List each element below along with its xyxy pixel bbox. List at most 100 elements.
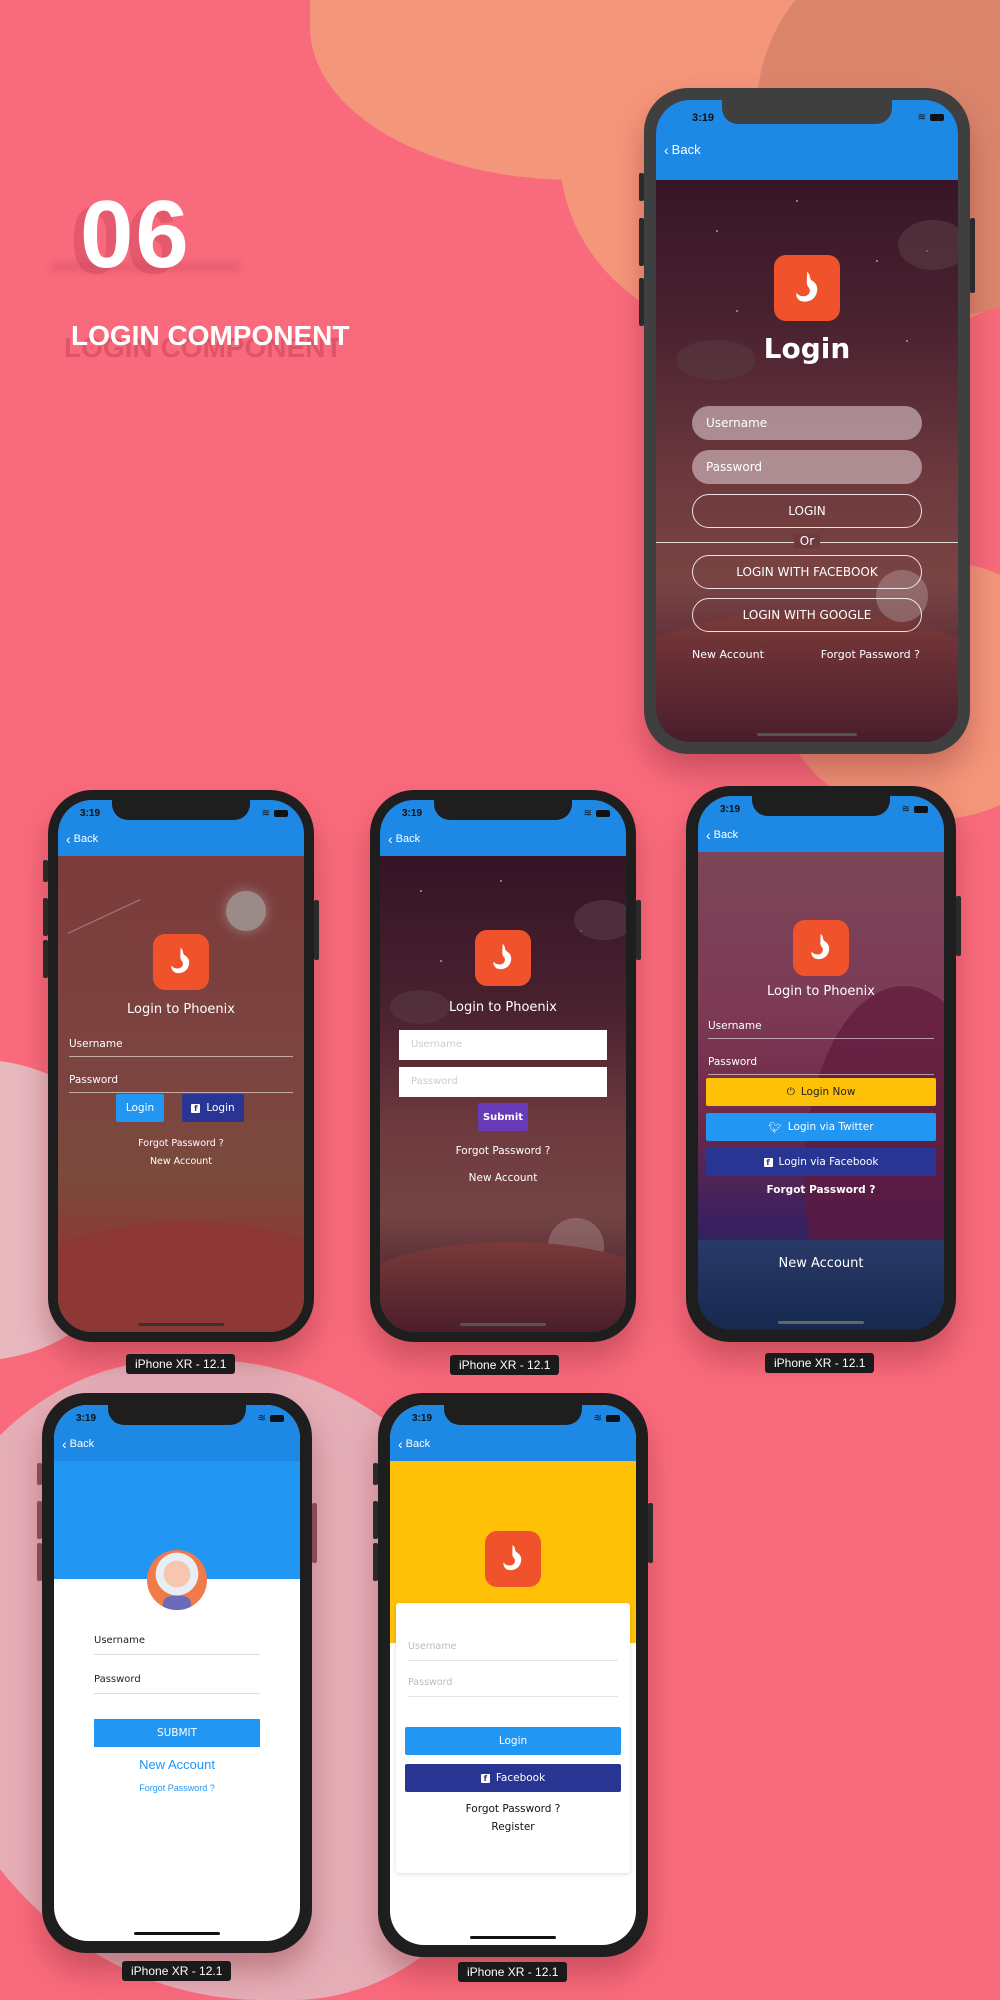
home-indicator [470,1936,556,1939]
password-input[interactable]: Password [399,1067,607,1097]
or-label: Or [656,534,958,548]
device-label: iPhone XR - 12.1 [765,1353,875,1373]
twitter-login-button[interactable]: 🐦︎ Login via Twitter [706,1113,936,1141]
back-button[interactable]: ‹ Back [706,828,738,842]
hill [58,1222,304,1332]
nav-bar: 3:19 ≋ ‹ Back [656,100,958,180]
wifi-icon: ≋ [257,1413,266,1424]
phoenix-logo [485,1531,541,1587]
back-button[interactable]: ‹ Back [62,1437,94,1451]
shooting-star [67,899,141,934]
username-input[interactable]: Username [408,1641,618,1661]
twitter-icon: 🐦︎ [768,1121,782,1134]
login-google-button[interactable]: LOGIN WITH GOOGLE [692,598,922,632]
chevron-left-icon: ‹ [388,831,393,847]
power-icon: ⏻ [786,1085,795,1098]
password-field[interactable]: Password [94,1674,260,1694]
battery-icon [914,806,928,813]
login-now-button[interactable]: ⏻ Login Now [706,1078,936,1106]
phone-phoenix-sunset: 3:19 ≋ ‹ Back Login to Phoenix Username P… [43,790,319,1342]
submit-button[interactable]: SUBMIT [94,1719,260,1747]
screen-title: Login to Phoenix [127,1002,235,1017]
new-account-link[interactable]: New Account [380,1172,626,1184]
status-time: 3:19 [720,804,741,815]
lake [698,1240,944,1330]
wifi-icon: ≋ [593,1413,602,1424]
phone-phoenix-night: 3:19 ≋ ‹ Back Login to Phoenix Username P… [370,790,641,1342]
facebook-icon: f [763,1157,773,1167]
chevron-left-icon: ‹ [62,1436,67,1452]
status-icons: ≋ [584,808,610,819]
hero-title: Login [763,332,851,365]
device-label: iPhone XR - 12.1 [122,1961,232,1981]
device-label: iPhone XR - 12.1 [126,1354,236,1374]
login-button[interactable]: LOGIN [692,494,922,528]
phoenix-logo [774,255,840,321]
wifi-icon: ≋ [261,808,270,819]
chevron-left-icon: ‹ [398,1436,403,1452]
forgot-password-link[interactable]: Forgot Password ? [58,1138,304,1149]
status-icons: ≋ [258,1413,284,1424]
status-icons: ≋ [262,808,288,819]
status-icons: ≋ [902,804,928,815]
new-account-link[interactable]: New Account [692,648,764,661]
chevron-left-icon: ‹ [664,141,669,158]
chevron-left-icon: ‹ [706,827,711,843]
back-button[interactable]: ‹ Back [388,832,420,846]
section-title: LOGIN COMPONENT [71,320,350,351]
section-number: 06 [80,181,191,288]
password-input[interactable]: Password [408,1677,618,1697]
back-button[interactable]: ‹ Back [398,1437,430,1451]
username-field[interactable]: Username [69,1038,293,1057]
forgot-password-link[interactable]: Forgot Password ? [380,1145,626,1157]
forgot-password-link[interactable]: Forgot Password ? [396,1803,630,1815]
phone-hero-login: 3:19 ≋ ‹ Back Login Username Password LOG… [639,88,975,754]
battery-icon [270,1415,284,1422]
nav-bar: 3:19 ≋ ‹ Back [54,1405,300,1461]
new-account-link[interactable]: New Account [698,1256,944,1271]
login-button[interactable]: Login [405,1727,621,1755]
submit-button[interactable]: Submit [478,1103,528,1131]
home-indicator [757,733,857,736]
login-facebook-button[interactable]: LOGIN WITH FACEBOOK [692,555,922,589]
wifi-icon: ≋ [917,112,926,123]
back-button[interactable]: ‹ Back [664,142,701,157]
login-button[interactable]: Login [116,1094,164,1122]
device-label: iPhone XR - 12.1 [458,1962,568,1982]
status-time: 3:19 [402,808,423,819]
status-time: 3:19 [76,1413,97,1424]
username-field[interactable]: Username [94,1635,260,1655]
status-time: 3:19 [80,808,101,819]
status-time: 3:19 [412,1413,433,1424]
password-field[interactable]: Password [69,1074,293,1093]
forgot-password-link[interactable]: Forgot Password ? [54,1783,300,1793]
home-indicator [134,1932,220,1935]
username-input[interactable]: Username [399,1030,607,1060]
register-link[interactable]: Register [396,1821,630,1833]
forgot-password-link[interactable]: Forgot Password ? [821,648,920,661]
facebook-login-button[interactable]: f Login [182,1094,244,1122]
username-input[interactable]: Username [692,406,922,440]
home-indicator [138,1323,224,1326]
status-icons: ≋ [594,1413,620,1424]
cloud [898,220,958,270]
phoenix-logo [475,930,531,986]
new-account-link[interactable]: New Account [54,1757,300,1772]
username-field[interactable]: Username [708,1020,934,1039]
back-button[interactable]: ‹ Back [66,832,98,846]
nav-bar: 3:19 ≋ ‹ Back [58,800,304,856]
forgot-password-link[interactable]: Forgot Password ? [698,1184,944,1196]
login-card: Username Password Login f Facebook Forgot… [396,1603,630,1873]
screen-title: Login to Phoenix [449,1000,557,1015]
password-input[interactable]: Password [692,450,922,484]
device-label: iPhone XR - 12.1 [450,1355,560,1375]
hill [380,1242,626,1332]
facebook-login-button[interactable]: f Login via Facebook [706,1148,936,1176]
password-field[interactable]: Password [708,1056,934,1075]
facebook-login-button[interactable]: f Facebook [405,1764,621,1792]
wifi-icon: ≋ [583,808,592,819]
phone-phoenix-purple: 3:19 ≋ ‹ Back Login to Phoenix Username P… [686,786,961,1342]
battery-icon [274,810,288,817]
chevron-left-icon: ‹ [66,831,71,847]
new-account-link[interactable]: New Account [58,1156,304,1167]
